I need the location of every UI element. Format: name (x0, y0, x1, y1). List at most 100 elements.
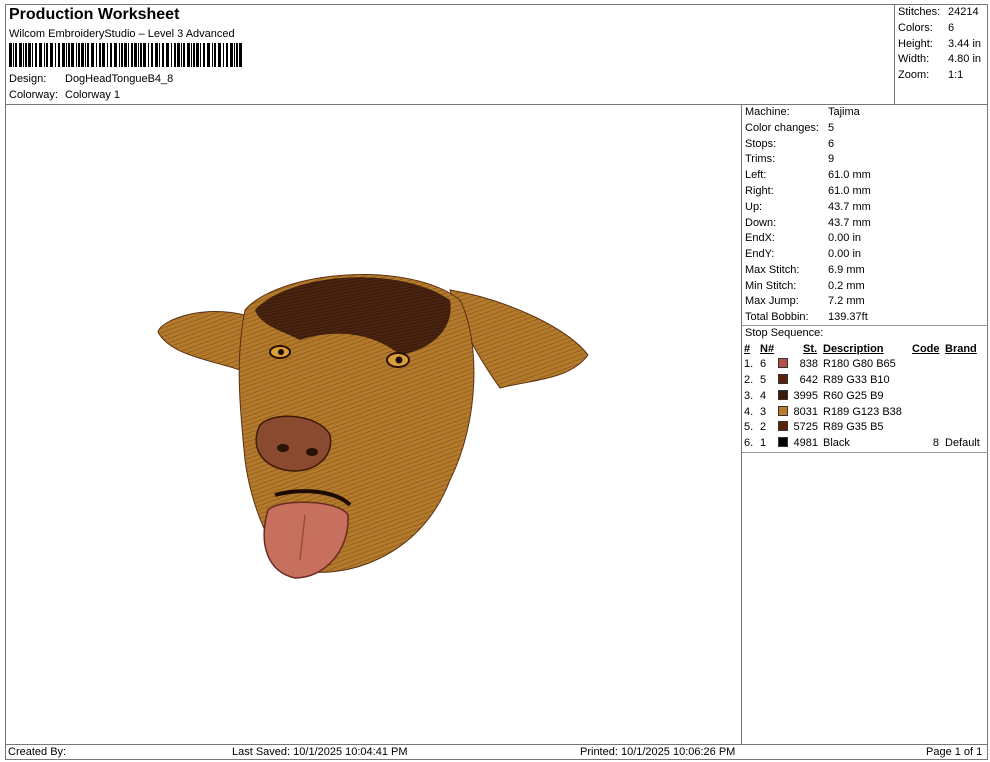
row-stitches: 8031 (793, 406, 818, 418)
col-st-header: St. (803, 343, 818, 355)
software-subtitle: Wilcom EmbroideryStudio – Level 3 Advanc… (9, 28, 235, 40)
colorway-label: Colorway: (9, 89, 58, 101)
barcode-bar (143, 43, 146, 67)
barcode-bar (58, 43, 60, 67)
info-value: 61.0 mm (828, 185, 871, 197)
barcode-bar (9, 43, 12, 67)
barcode-bar (110, 43, 112, 67)
barcode-bar (174, 43, 176, 67)
barcode-bar (114, 43, 117, 67)
row-num: 3. (744, 390, 754, 402)
info-value: 61.0 mm (828, 169, 871, 181)
barcode-bar (55, 43, 56, 67)
barcode-bar (236, 43, 238, 67)
info-value: Tajima (828, 106, 860, 118)
color-swatch (778, 374, 788, 384)
col-num-header: # (744, 343, 751, 355)
col-code-header: Code (912, 343, 940, 355)
barcode-bar (28, 43, 31, 67)
info-label: Min Stitch: (745, 280, 797, 292)
page-number: Page 1 of 1 (926, 746, 983, 758)
row-num: 5. (744, 421, 754, 433)
barcode-bar (44, 43, 45, 67)
row-description: R180 G80 B65 (823, 358, 896, 370)
info-label: Left: (745, 169, 767, 181)
row-stitches: 642 (799, 374, 818, 386)
barcode-bar (131, 43, 133, 67)
row-stitches: 838 (799, 358, 818, 370)
barcode-bar (62, 43, 65, 67)
barcode-bar (196, 43, 199, 67)
width-value: 4.80 in (948, 53, 982, 65)
info-value: 6.9 mm (828, 264, 865, 276)
design-name: DogHeadTongueB4_8 (65, 73, 174, 85)
row-description: R189 G123 B38 (823, 406, 902, 418)
barcode-bar (239, 43, 242, 67)
barcode-bar (128, 43, 129, 67)
barcode-bar (32, 43, 33, 67)
height-value: 3.44 in (948, 38, 982, 50)
barcode-bar (151, 43, 153, 67)
barcode-bar (234, 43, 235, 67)
info-label: Total Bobbin: (745, 311, 809, 323)
barcode-bar (91, 43, 94, 67)
col-desc-header: Description (823, 343, 884, 355)
barcode-bar (78, 43, 80, 67)
zoom-value: 1:1 (948, 69, 964, 81)
embroidery-design-preview (157, 274, 589, 579)
info-value: 0.2 mm (828, 280, 865, 292)
info-label: Max Jump: (745, 295, 799, 307)
row-description: R60 G25 B9 (823, 390, 884, 402)
color-swatch (778, 406, 788, 416)
barcode-bar (138, 43, 139, 67)
row-stitches: 3995 (793, 390, 818, 402)
row-description: R89 G35 B5 (823, 421, 884, 433)
info-label: EndY: (745, 248, 775, 260)
colorway-name: Colorway 1 (65, 89, 121, 101)
barcode-bar (85, 43, 86, 67)
barcode-bar (191, 43, 192, 67)
row-description: Black (823, 437, 850, 449)
barcode-bar (171, 43, 172, 67)
info-label: Stops: (745, 138, 777, 150)
barcode-bar (183, 43, 185, 67)
info-value: 43.7 mm (828, 201, 871, 213)
info-label: Max Stitch: (745, 264, 800, 276)
row-needle: 3 (760, 406, 767, 418)
barcode-bar (19, 43, 22, 67)
info-label: Down: (745, 217, 777, 229)
barcode-bar (99, 43, 101, 67)
barcode-bar (140, 43, 142, 67)
row-num: 2. (744, 374, 754, 386)
barcode-bar (155, 43, 158, 67)
design-label: Design: (9, 73, 47, 85)
barcode-bar (13, 43, 14, 67)
barcode-bar (68, 43, 70, 67)
barcode-bar (193, 43, 195, 67)
info-label: Color changes: (745, 122, 819, 134)
info-value: 139.37ft (828, 311, 868, 323)
row-stitches: 4981 (793, 437, 818, 449)
stitches-value: 24214 (948, 6, 979, 18)
page-title: Production Worksheet (9, 6, 180, 23)
barcode-bar (181, 43, 182, 67)
barcode-bar (207, 43, 210, 67)
info-value: 7.2 mm (828, 295, 865, 307)
row-needle: 5 (760, 374, 767, 386)
color-swatch (778, 421, 788, 431)
barcode-bar (46, 43, 48, 67)
barcode-bar (218, 43, 221, 67)
barcode-bar (71, 43, 74, 67)
barcode-bar (87, 43, 89, 67)
barcode-bar (148, 43, 149, 67)
footer-divider (5, 744, 988, 745)
barcode-bar (223, 43, 224, 67)
barcode-bar (214, 43, 216, 67)
printed-text: Printed: 10/1/2025 10:06:26 PM (580, 746, 736, 758)
barcode-bar (226, 43, 228, 67)
colors-label: Colors: (898, 22, 933, 34)
barcode-graphic (9, 43, 242, 67)
row-brand: Default (945, 437, 980, 449)
info-label: Machine: (745, 106, 790, 118)
color-swatch (778, 358, 788, 368)
